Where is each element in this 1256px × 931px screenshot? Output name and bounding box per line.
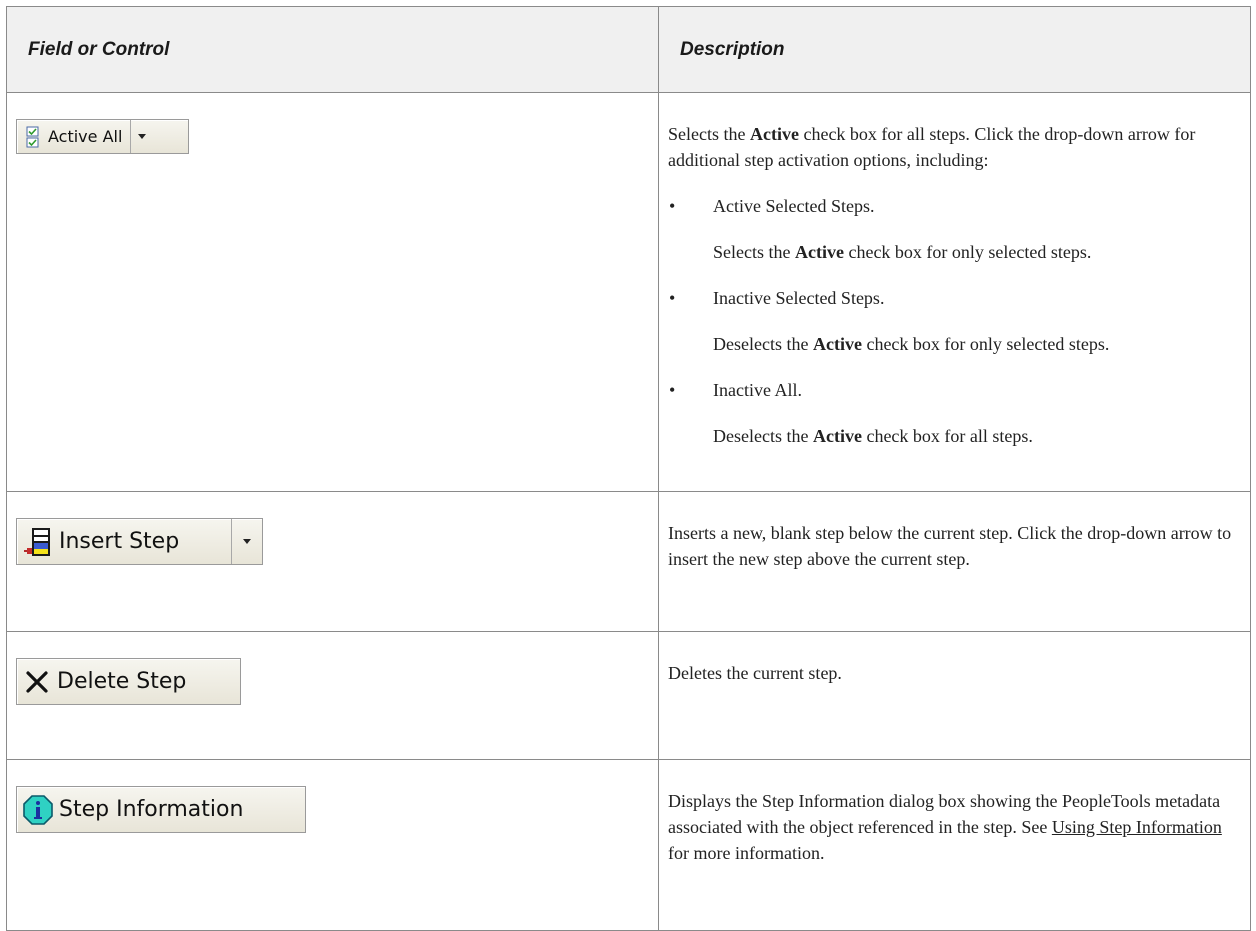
description-cell: Inserts a new, blank step below the curr… [658, 491, 1251, 632]
info-icon [23, 794, 53, 825]
description-cell: Selects the Active check box for all ste… [658, 92, 1251, 492]
active-all-main[interactable]: Active All [17, 120, 130, 153]
step-information-label: Step Information [59, 797, 244, 822]
bullet-title: Inactive Selected Steps. [713, 288, 885, 308]
description-cell: Displays the Step Information dialog box… [658, 759, 1251, 931]
active-all-intro: Selects the Active check box for all ste… [668, 121, 1240, 173]
delete-step-description: Deletes the current step. [668, 663, 842, 683]
control-cell: Step Information [6, 759, 659, 931]
text-run: Selects the [668, 124, 750, 144]
table-row-step-information: Step Information Displays the Step Infor… [6, 759, 1251, 931]
step-information-description: Displays the Step Information dialog box… [668, 788, 1240, 866]
delete-x-icon [26, 670, 48, 693]
control-cell: Delete Step [6, 631, 659, 760]
delete-step-button[interactable]: Delete Step [16, 658, 241, 705]
active-all-dropdown-arrow[interactable] [130, 120, 153, 153]
active-all-button[interactable]: Active All [16, 119, 189, 154]
chevron-down-icon [138, 134, 147, 139]
checklist-icon [26, 126, 39, 147]
using-step-information-link[interactable]: Using Step Information [1052, 817, 1222, 837]
step-information-button[interactable]: Step Information [16, 786, 306, 833]
bold-term: Active [749, 124, 799, 144]
table-row-active-all: Active All Selects the Active check box … [6, 92, 1251, 492]
table-header-row: Field or Control Description [6, 6, 1251, 93]
bold-term: Active [794, 242, 844, 262]
text-run: Deselects the [713, 426, 813, 446]
insert-step-label: Insert Step [59, 529, 180, 554]
bold-term: Active [812, 334, 862, 354]
bullet-description: Deselects the Active check box for all s… [713, 423, 1240, 449]
description-cell: Deletes the current step. [658, 631, 1251, 760]
text-run: check box for only selected steps. [861, 334, 1110, 354]
bullet-description: Selects the Active check box for only se… [713, 239, 1240, 265]
bullet-title: Inactive All. [713, 380, 802, 400]
bold-term: Active [812, 426, 862, 446]
bullet-icon: • [669, 288, 676, 308]
insert-step-description: Inserts a new, blank step below the curr… [668, 523, 1232, 569]
bullet-description: Deselects the Active check box for only … [713, 331, 1240, 357]
control-cell: Insert Step [6, 491, 659, 632]
bullet-title: Active Selected Steps. [713, 196, 875, 216]
active-all-label: Active All [48, 127, 123, 146]
bullet-icon: • [669, 380, 676, 400]
control-cell: Active All [6, 92, 659, 492]
delete-step-label: Delete Step [57, 669, 187, 694]
insert-step-button[interactable]: Insert Step [16, 518, 263, 565]
bullet-icon: • [669, 196, 676, 216]
bullet-item: • Inactive Selected Steps. [668, 285, 1240, 311]
insert-step-dropdown-arrow[interactable] [231, 519, 262, 564]
chevron-down-icon [243, 539, 252, 544]
text-run: check box for only selected steps. [843, 242, 1092, 262]
text-run: Selects the [713, 242, 795, 262]
table-row-insert-step: Insert Step Inserts a new, blank step be… [6, 491, 1251, 632]
text-run: check box for all steps. [861, 426, 1033, 446]
insert-step-main[interactable]: Insert Step [17, 519, 231, 564]
bullet-item: • Active Selected Steps. [668, 193, 1240, 219]
field-control-table: Field or Control Description Active All [6, 6, 1251, 931]
bullet-item: • Inactive All. [668, 377, 1240, 403]
text-run: Deselects the [713, 334, 813, 354]
table-row-delete-step: Delete Step Deletes the current step. [6, 631, 1251, 760]
header-field-or-control: Field or Control [6, 6, 659, 93]
insert-step-icon [24, 527, 50, 556]
header-description: Description [658, 6, 1251, 93]
text-run: for more information. [668, 843, 825, 863]
